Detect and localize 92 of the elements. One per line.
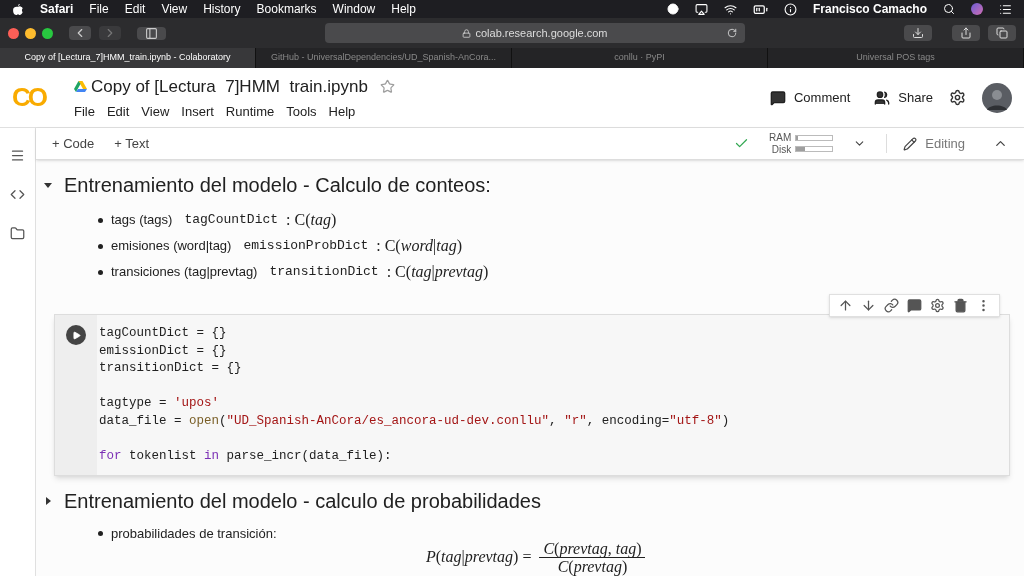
menu-item[interactable]: View [161, 0, 188, 18]
code-name: tagCountDict [184, 211, 279, 230]
comment-icon [769, 89, 786, 106]
code-line: tagtype = 'upos' [99, 395, 221, 412]
wifi-icon[interactable] [723, 2, 737, 16]
list-icon[interactable] [999, 2, 1012, 16]
record-icon[interactable] [666, 3, 679, 15]
notebook-title[interactable]: Copy of [Lectura 7]HMM train.ipynb [91, 74, 368, 100]
move-up-icon[interactable] [838, 298, 853, 313]
share-icon [960, 27, 972, 39]
download-icon [912, 27, 924, 39]
add-text-button[interactable]: + Text [114, 133, 150, 154]
tabs-icon [996, 27, 1008, 39]
code-line: emissionDict = {} [99, 342, 228, 360]
zoom-button[interactable] [42, 27, 53, 39]
menu-item[interactable]: Window [332, 0, 376, 18]
info-icon[interactable] [783, 2, 797, 16]
comment-icon[interactable] [907, 298, 922, 313]
address-bar[interactable]: colab.research.google.com [325, 23, 745, 43]
comment-button[interactable]: Comment [769, 87, 851, 108]
search-icon[interactable] [943, 3, 955, 15]
star-icon[interactable] [379, 79, 395, 95]
add-code-button[interactable]: + Code [52, 133, 95, 154]
collapse-caret-icon[interactable] [44, 181, 52, 189]
lock-icon [462, 28, 472, 38]
settings-icon[interactable] [930, 298, 945, 313]
menu-item[interactable]: Tools [286, 101, 317, 121]
move-down-icon[interactable] [861, 298, 876, 313]
menu-item[interactable]: Edit [106, 101, 130, 121]
code-line: for tokenlist in parse_incr(data_file): [99, 447, 393, 465]
menu-item[interactable]: Insert [181, 101, 214, 121]
browser-tab[interactable]: conllu · PyPI [512, 48, 768, 68]
downloads-button[interactable] [904, 25, 932, 41]
reload-icon[interactable] [727, 28, 737, 38]
drive-icon [74, 81, 87, 93]
section-heading: Entrenamiento del modelo - Calculo de conteos: [64, 173, 491, 198]
menu-icon[interactable] [10, 148, 25, 163]
delete-icon[interactable] [953, 298, 968, 313]
menu-item[interactable]: Bookmarks [256, 0, 317, 18]
bullet-text: probabilidades de transición: [111, 525, 277, 543]
people-icon [874, 89, 891, 106]
siri-icon[interactable] [971, 3, 983, 15]
menu-item[interactable]: Runtime [225, 101, 275, 121]
menu-item[interactable]: Help [391, 0, 416, 18]
app-menu[interactable]: Safari [40, 0, 74, 18]
code-icon[interactable] [10, 187, 25, 202]
user-name[interactable]: Francisco Camacho [812, 0, 927, 18]
math-expression: : C(tag|prevtag) [386, 262, 489, 283]
expand-caret-icon[interactable] [44, 497, 52, 505]
sidebar-icon [145, 26, 158, 40]
browser-tab[interactable]: Universal POS tags [768, 48, 1024, 68]
bullet-text: transiciones (tag|prevtag) [111, 263, 258, 282]
section-heading: Entrenamiento del modelo - calculo de probabilidades [64, 489, 541, 514]
play-icon [71, 330, 81, 340]
bullet-text: tags (tags) [111, 211, 173, 230]
code-name: emissionProbDict [243, 237, 369, 256]
browser-tab[interactable]: Copy of [Lectura_7]HMM_train.ipynb - Colaboratory [0, 48, 256, 68]
code-line: data_file = open("UD_Spanish-AnCora/es_ancora-ud-dev.conllu", "r", encoding="utf-8") [99, 412, 731, 430]
url-text: colab.research.google.com [475, 25, 608, 41]
share-button[interactable] [952, 25, 980, 41]
link-icon[interactable] [884, 298, 899, 313]
menu-item[interactable]: View [141, 101, 170, 121]
menu-item[interactable]: Help [328, 101, 356, 121]
close-button[interactable] [8, 27, 19, 39]
ram-label: RAM [769, 131, 792, 144]
folder-icon[interactable] [10, 226, 25, 241]
run-button[interactable] [66, 325, 86, 345]
menu-item[interactable]: File [74, 101, 95, 121]
sidebar-button[interactable] [137, 26, 166, 40]
forward-button[interactable] [99, 26, 121, 40]
tabs-button[interactable] [988, 25, 1016, 41]
back-button[interactable] [69, 26, 91, 40]
editing-button[interactable]: Editing [886, 133, 965, 154]
avatar[interactable] [982, 82, 1012, 113]
pencil-icon [903, 136, 918, 151]
bullet-text: emisiones (word|tag) [111, 237, 232, 256]
apple-icon[interactable] [12, 2, 24, 16]
math-expression: : C(tag) [286, 210, 337, 231]
browser-tab[interactable]: GitHub - UniversalDependencies/UD_Spanish-AnCora... [256, 48, 512, 68]
code-name: transitionDict [269, 263, 379, 282]
code-line: transitionDict = {} [99, 360, 243, 377]
code-cell[interactable]: tagCountDict = {} emissionDict = {} transitionDict = {} tagtype = 'upos' data_file = open("UD_Spanish-AnCora/es_ancora-ud-dev.conllu", "r", encoding="utf-8") for tokenlist in parse_incr(data_file): [54, 314, 1010, 476]
settings-icon[interactable] [949, 89, 966, 106]
menu-item[interactable]: Edit [124, 0, 146, 18]
airplay-icon[interactable] [694, 2, 708, 16]
math-expression: : C(word|tag) [376, 236, 462, 257]
menu-item[interactable]: History [203, 0, 241, 18]
disk-label: Disk [771, 143, 792, 156]
menu-item[interactable]: File [89, 0, 109, 18]
share-button[interactable]: Share [874, 87, 933, 108]
minimize-button[interactable] [25, 27, 36, 39]
code-line: tagCountDict = {} [99, 325, 228, 342]
